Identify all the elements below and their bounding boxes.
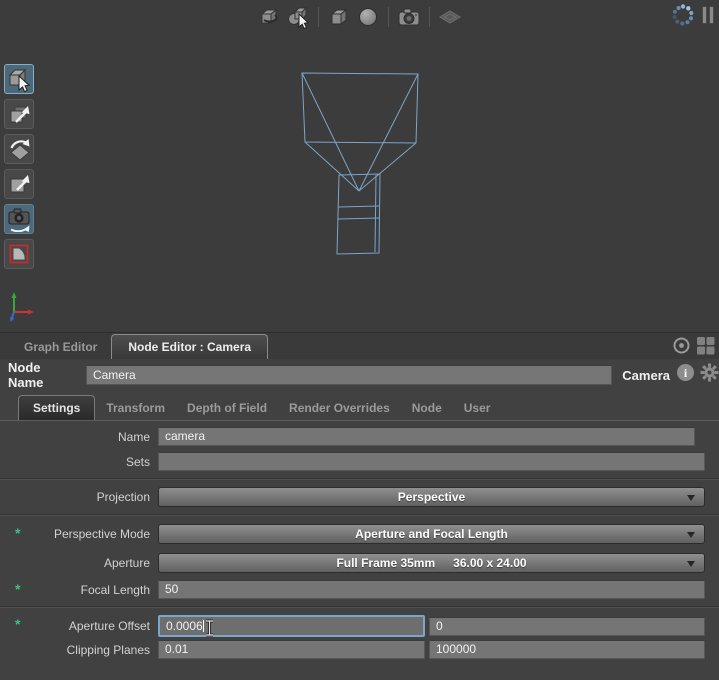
target-icon[interactable] <box>672 336 691 360</box>
separator <box>0 478 719 480</box>
toolbar-divider <box>388 7 389 27</box>
scale-tool[interactable] <box>4 169 34 199</box>
separator <box>0 514 719 516</box>
select-tool[interactable] <box>4 64 34 94</box>
select-objects-icon[interactable] <box>286 5 310 29</box>
toolbar-divider <box>318 7 319 27</box>
clipping-far-input[interactable]: 100000 <box>429 640 705 659</box>
name-input[interactable]: camera <box>158 427 695 446</box>
viewport-3d[interactable] <box>0 0 719 332</box>
cube-icon[interactable] <box>327 5 351 29</box>
node-type-label: Camera <box>622 368 670 383</box>
tab-graph-editor[interactable]: Graph Editor <box>10 336 111 359</box>
node-name-label: Node Name <box>8 360 78 390</box>
loading-spinner-icon <box>671 3 695 32</box>
tab-transform[interactable]: Transform <box>95 397 176 420</box>
focal-length-input[interactable]: 50 <box>158 580 705 599</box>
row-clipping-planes: Clipping Planes 0.01 100000 <box>0 640 719 659</box>
projection-dropdown[interactable]: Perspective <box>158 487 705 507</box>
aperture-offset-x-input[interactable]: 0.0006 <box>158 615 425 637</box>
perspective-mode-dropdown[interactable]: Aperture and Focal Length <box>158 524 705 544</box>
row-perspective-mode: * Perspective Mode Aperture and Focal Le… <box>0 524 719 544</box>
cube-orbit-icon[interactable] <box>257 5 281 29</box>
info-icon[interactable]: i <box>676 363 695 387</box>
tool-sidebar <box>4 64 34 269</box>
sphere-icon[interactable] <box>356 5 380 29</box>
tab-settings[interactable]: Settings <box>18 395 95 420</box>
projection-label: Projection <box>0 490 150 504</box>
row-aperture: Aperture Full Frame 35mm 36.00 x 24.00 <box>0 553 719 573</box>
animated-marker: * <box>15 581 20 597</box>
perspective-mode-label: Perspective Mode <box>0 527 150 541</box>
aperture-offset-y-input[interactable]: 0 <box>429 617 705 636</box>
rotate-tool[interactable] <box>4 134 34 164</box>
plane-icon[interactable] <box>438 5 462 29</box>
chevron-down-icon <box>687 532 695 538</box>
row-name: Name camera <box>0 427 719 446</box>
status-corner <box>671 3 715 32</box>
node-name-row: Node Name Camera Camera i <box>0 359 719 391</box>
sets-label: Sets <box>0 455 150 469</box>
sets-input[interactable] <box>158 452 705 471</box>
aperture-dropdown[interactable]: Full Frame 35mm 36.00 x 24.00 <box>158 553 705 573</box>
chevron-down-icon <box>687 561 695 567</box>
render-region-tool[interactable] <box>4 239 34 269</box>
camera-icon[interactable] <box>397 5 421 29</box>
section-tab-bar: Settings Transform Depth of Field Render… <box>0 391 719 421</box>
aperture-offset-x-value: 0.0006 <box>166 619 203 633</box>
tab-node-editor[interactable]: Node Editor : Camera <box>111 334 268 359</box>
camera-orbit-tool[interactable] <box>4 204 34 234</box>
aperture-size-value: 36.00 x 24.00 <box>453 556 526 570</box>
axis-gizmo-icon <box>5 287 45 327</box>
aperture-offset-label: Aperture Offset <box>0 619 150 633</box>
projection-value: Perspective <box>398 490 465 504</box>
perspective-mode-value: Aperture and Focal Length <box>355 527 508 541</box>
row-aperture-offset: * Aperture Offset 0.0006 0 <box>0 615 719 637</box>
aperture-preset-value: Full Frame 35mm <box>336 556 435 570</box>
aperture-label: Aperture <box>0 556 150 570</box>
translate-tool[interactable] <box>4 99 34 129</box>
row-sets: Sets <box>0 452 719 471</box>
toolbar-divider <box>429 7 430 27</box>
node-name-input[interactable]: Camera <box>86 365 612 385</box>
tab-node[interactable]: Node <box>401 397 453 420</box>
animated-marker: * <box>15 525 20 541</box>
row-projection: Projection Perspective <box>0 487 719 507</box>
chevron-down-icon <box>687 495 695 501</box>
animated-marker: * <box>15 616 20 632</box>
node-editor-panel: Graph Editor Node Editor : Camera Node N… <box>0 332 719 680</box>
focal-length-label: Focal Length <box>0 583 150 597</box>
pause-icon[interactable] <box>701 5 715 30</box>
camera-wireframe <box>280 60 440 260</box>
top-toolbar <box>0 2 719 32</box>
settings-form: Name camera Sets Projection Perspective … <box>0 421 719 659</box>
gear-icon[interactable] <box>700 363 719 387</box>
name-label: Name <box>0 430 150 444</box>
grid-icon[interactable] <box>696 336 715 360</box>
clipping-near-input[interactable]: 0.01 <box>158 640 425 659</box>
row-focal-length: * Focal Length 50 <box>0 580 719 599</box>
separator <box>0 606 719 608</box>
panel-tab-bar: Graph Editor Node Editor : Camera <box>0 333 719 359</box>
tab-render-overrides[interactable]: Render Overrides <box>278 397 401 420</box>
tab-depth-of-field[interactable]: Depth of Field <box>176 397 278 420</box>
clipping-planes-label: Clipping Planes <box>0 643 150 657</box>
tab-user[interactable]: User <box>453 397 502 420</box>
